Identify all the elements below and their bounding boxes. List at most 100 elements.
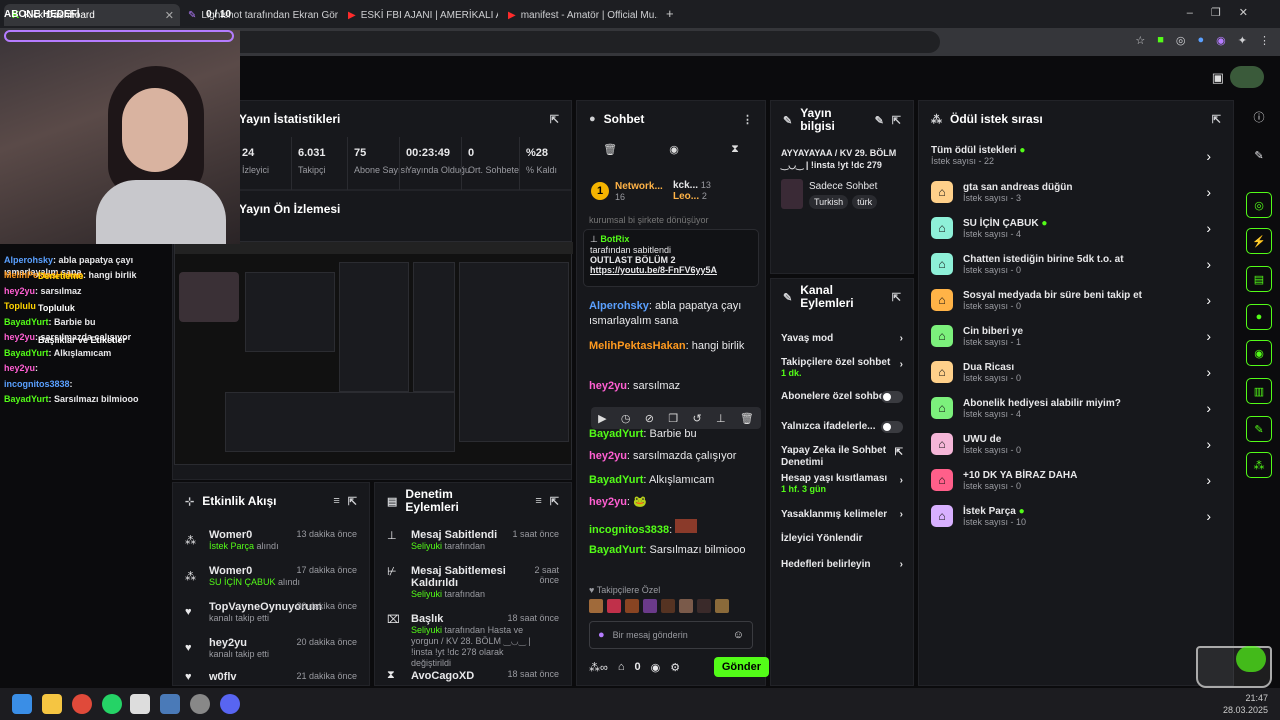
edit-icon[interactable]: ✎ xyxy=(875,114,884,127)
info-icon[interactable]: ⓘ xyxy=(1246,104,1272,130)
ai-moderation[interactable]: Yapay Zeka ile Sohbet Denetimi ⇱ xyxy=(781,445,903,469)
followers-only-chat[interactable]: Takipçilere özel sohbet 1 dk. › xyxy=(781,357,903,378)
reward-item[interactable]: ⌂ gta san andreas düğün İstek sayısı - 3 › xyxy=(931,181,1221,203)
stat-uptime: 00:23:49 Yayında Olduğu xyxy=(399,137,470,191)
avatar[interactable] xyxy=(1230,66,1264,88)
community-icon[interactable]: ⁂∞ xyxy=(589,661,608,674)
pin-icon[interactable]: ⊥ xyxy=(716,412,726,425)
chevron-right-icon: › xyxy=(1206,147,1211,164)
subscribers-only-chat[interactable]: Abonelere özel sohbet xyxy=(781,391,903,403)
chat-message[interactable]: BayadYurt: Alkışlamıcam xyxy=(589,473,749,488)
mod-item: ⊬ Mesaj Sabitlemesi Kaldırıldı Seliyuki ta… xyxy=(387,565,559,599)
emotes-only-chat[interactable]: Yalnızca ifadelerle... xyxy=(781,421,903,433)
store-icon[interactable]: ⌂ xyxy=(618,661,625,673)
reward-all[interactable]: Tüm ödül istekleri ● İstek sayısı - 22 › xyxy=(931,145,1221,166)
bubble-icon[interactable]: ◉ xyxy=(669,143,679,163)
chat-message[interactable]: Alperohsky: abla papatya çayı ısmarlayal… xyxy=(589,299,749,329)
reward-item[interactable]: ⌂ Dua Ricası İstek sayısı - 0 › xyxy=(931,361,1221,383)
app-icon[interactable] xyxy=(190,694,210,714)
slow-mode[interactable]: Yavaş mod › xyxy=(781,333,903,344)
host-channel[interactable]: İzleyici Yönlendir xyxy=(781,533,903,544)
chat-input[interactable]: ● Bir mesaj gönderin ☺ xyxy=(589,621,753,649)
undo-icon[interactable]: ↺ xyxy=(692,412,701,425)
trash-icon[interactable]: 🗑 xyxy=(603,143,617,163)
panel-title: Denetim Eylemleri xyxy=(405,487,459,514)
account-age-restriction[interactable]: Hesap yaşı kısıtlaması 1 hf. 3 gün › xyxy=(781,473,903,494)
activity-item: ⁂ Womer0 İstek Parça alındı 13 dakika önce xyxy=(185,529,357,551)
snipping-icon[interactable] xyxy=(130,694,150,714)
discord-icon[interactable] xyxy=(220,694,240,714)
reward-item[interactable]: ⌂ Chatten istediğin birine 5dk t.o. at İst… xyxy=(931,253,1221,275)
redeem-icon: ⁂ xyxy=(185,570,196,583)
pencil-icon[interactable]: ✎ xyxy=(1246,142,1272,168)
reward-item[interactable]: ⌂ Abonelik hediyesi alabilir miyim? İstek … xyxy=(931,397,1221,419)
send-button[interactable]: Gönder xyxy=(713,657,769,677)
category-thumbnail[interactable] xyxy=(781,179,803,209)
reward-item[interactable]: ⌂ İstek Parça ● İstek sayısı - 10 › xyxy=(931,505,1221,527)
chat-message[interactable]: hey2yu: sarsılmazda çalışıyor xyxy=(589,449,749,464)
broadcast-icon[interactable]: ◉ xyxy=(1246,340,1272,366)
mod-item: ⊥ Mesaj Sabitlendi Seliyuki tarafından 1 sa… xyxy=(387,529,559,551)
preview-video[interactable] xyxy=(174,241,573,465)
chat-message[interactable]: MelihPektasHakan: hangi birlik xyxy=(589,339,749,354)
filter-icon[interactable]: ≡ xyxy=(535,495,541,507)
lightning-icon[interactable]: ⚡ xyxy=(1246,228,1272,254)
popout-icon[interactable]: ⇱ xyxy=(1212,113,1221,126)
reward-item[interactable]: ⌂ Sosyal medyada bir süre beni takip et İs… xyxy=(931,289,1221,311)
trash-icon[interactable]: 🗑 xyxy=(740,412,754,425)
reward-item[interactable]: ⌂ SU İÇİN ÇABUK ● İstek sayısı - 4 › xyxy=(931,217,1221,239)
document-icon[interactable]: ▤ xyxy=(1246,266,1272,292)
chat-message[interactable]: hey2yu: 🐸 xyxy=(589,495,749,510)
panel-title: Sohbet xyxy=(603,112,645,126)
extension-icons[interactable]: ☆ ■ ◎ ● ◉ ✦ ⋮ xyxy=(1135,34,1270,47)
close-tab-icon[interactable]: ✕ xyxy=(165,9,180,22)
popout-icon[interactable]: ⇱ xyxy=(892,291,901,304)
whatsapp-icon[interactable] xyxy=(102,694,122,714)
mod-item: ⧗ AvoCagoXD 18 saat önce xyxy=(387,669,559,682)
gear-icon[interactable]: ⚙ xyxy=(670,661,680,674)
chat-message[interactable]: BayadYurt: Sarsılmazı bilmiooo xyxy=(589,543,749,558)
wrench-icon[interactable]: ✎ xyxy=(1246,416,1272,442)
play-icon[interactable]: ▶ xyxy=(598,412,606,425)
chat-message[interactable]: incognitos3838: xyxy=(589,519,749,538)
reward-item[interactable]: ⌂ +10 DK YA BİRAZ DAHA İstek sayısı - 0 › xyxy=(931,469,1221,491)
tab-youtube-fbi[interactable]: ▶ ESKİ FBI AJANI | AMERİKALI AY... xyxy=(348,4,498,26)
stat-retention: %28% Kaldı xyxy=(519,137,569,191)
category-name[interactable]: Sadece Sohbet xyxy=(809,181,877,192)
hourglass-icon[interactable]: ⧗ xyxy=(731,143,739,163)
chat-panel: ● Sohbet ⋮ 🗑 ◉ ⧗ 1 Network... 16 kck... 13 Leo… xyxy=(576,100,769,686)
chat-message[interactable]: hey2yu: sarsılmaz xyxy=(589,379,749,394)
popout-icon[interactable]: ⇱ xyxy=(348,495,357,508)
chat-bubble-icon[interactable]: ● xyxy=(1246,304,1272,330)
pinned-message[interactable]: ⊥ BotRix tarafından sabitlendi OUTLAST B… xyxy=(583,229,759,287)
camera-scene-icon[interactable]: ◎ xyxy=(1246,192,1272,218)
camera-icon[interactable]: ▣ xyxy=(1212,70,1224,86)
windows-start-icon[interactable] xyxy=(12,694,32,714)
gift-icon: ⌂ xyxy=(931,433,953,455)
tab-youtube-manifest[interactable]: ▶ manifest - Amatör | Official Mu... xyxy=(508,4,658,26)
clock-icon[interactable]: ◷ xyxy=(621,412,631,425)
community-icon[interactable]: ⁂ xyxy=(1246,452,1272,478)
popout-icon[interactable]: ⇱ xyxy=(892,114,901,127)
reward-item[interactable]: ⌂ Cin biberi ye İstek sayısı - 1 › xyxy=(931,325,1221,347)
file-explorer-icon[interactable] xyxy=(42,694,62,714)
chrome-icon[interactable] xyxy=(72,694,92,714)
bubble-icon[interactable]: ◉ xyxy=(651,661,661,674)
photos-icon[interactable] xyxy=(160,694,180,714)
banned-words[interactable]: Yasaklanmış kelimeler › xyxy=(781,509,903,520)
chevron-right-icon: › xyxy=(1206,328,1211,344)
pin-icon: ⊥ xyxy=(590,234,598,244)
copy-icon[interactable]: ❐ xyxy=(668,412,678,425)
chat-message[interactable]: BayadYurt: Barbie bu xyxy=(589,427,749,442)
filter-icon[interactable]: ≡ xyxy=(333,495,339,507)
reward-item[interactable]: ⌂ UWU de İstek sayısı - 0 › xyxy=(931,433,1221,455)
layout-icon[interactable]: ▥ xyxy=(1246,378,1272,404)
set-goals[interactable]: Hedefleri belirleyin › xyxy=(781,559,903,570)
more-icon[interactable]: ⋮ xyxy=(742,113,753,126)
popout-icon[interactable]: ⇱ xyxy=(550,113,559,126)
new-tab-button[interactable]: + xyxy=(666,6,674,21)
ban-icon[interactable]: ⊘ xyxy=(645,412,654,425)
window-controls[interactable]: –❐✕ xyxy=(1187,6,1266,19)
popout-icon[interactable]: ⇱ xyxy=(550,495,559,508)
taskbar-clock[interactable]: 21:47 28.03.2025 xyxy=(1223,692,1268,716)
